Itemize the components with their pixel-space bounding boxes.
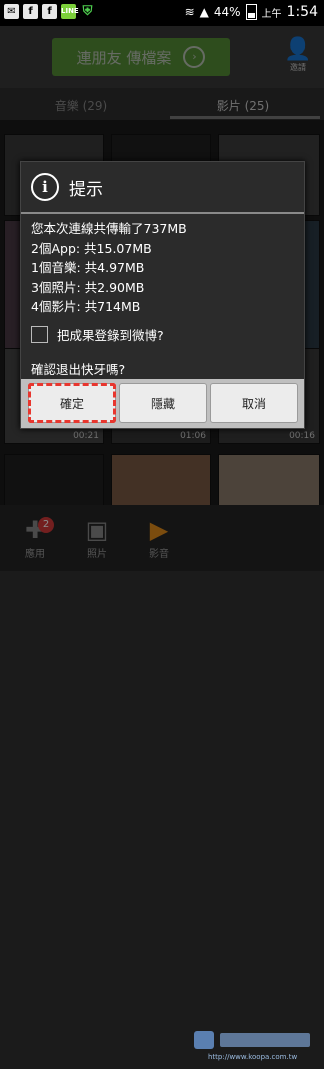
dialog-header: i 提示 — [21, 162, 304, 214]
battery-percent: 44% — [213, 5, 241, 19]
summary-line: 4個影片: 共714MB — [31, 299, 141, 314]
signal-icon: ▲ — [199, 5, 209, 19]
status-indicators: ≋ ▲ 44% 上午 1:54 — [185, 4, 318, 20]
weibo-checkbox-row[interactable]: 把成果登錄到微博? — [31, 325, 164, 344]
line-icon: LINE — [61, 4, 79, 19]
shield-icon: ⛨ — [82, 4, 93, 19]
time-ampm: 上午 — [261, 8, 282, 20]
info-icon: i — [31, 173, 59, 201]
clock: 1:54 — [286, 4, 318, 20]
notification-icons: ✉ f f LINE ⛨ — [4, 4, 95, 19]
facebook-icon: f — [42, 4, 57, 19]
watermark-url: http://www.koopa.com.tw — [208, 1053, 298, 1061]
facebook-icon: f — [23, 4, 38, 19]
summary-line: 3個照片: 共2.90MB — [31, 279, 145, 295]
mail-icon: ✉ — [4, 4, 19, 19]
battery-icon — [245, 4, 257, 20]
watermark-logo — [194, 1031, 310, 1049]
weibo-checkbox-label: 把成果登錄到微博? — [57, 328, 164, 343]
exit-dialog: i 提示 您本次連線共傳輸了737MB 2個App: 共15.07MB 1個音樂… — [20, 161, 305, 429]
confirm-button[interactable]: 確定 — [28, 383, 116, 423]
dialog-title: 提示 — [69, 179, 103, 200]
wifi-icon: ≋ — [184, 5, 195, 19]
summary-line: 2個App: 共15.07MB — [31, 240, 152, 256]
summary-line: 1個音樂: 共4.97MB — [31, 260, 145, 275]
transfer-summary: 您本次連線共傳輸了737MB 2個App: 共15.07MB 1個音樂: 共4.… — [21, 214, 304, 317]
exit-question: 確認退出快牙嗎? — [31, 362, 126, 377]
hide-button[interactable]: 隱藏 — [119, 383, 207, 423]
weibo-checkbox[interactable] — [31, 326, 48, 343]
watermark: http://www.koopa.com.tw — [190, 1025, 320, 1069]
cancel-button[interactable]: 取消 — [210, 383, 298, 423]
dialog-buttons: 確定 隱藏 取消 — [21, 379, 304, 428]
summary-line: 您本次連線共傳輸了737MB — [31, 221, 187, 236]
status-bar: ✉ f f LINE ⛨ ≋ ▲ 44% 上午 1:54 — [0, 0, 324, 26]
